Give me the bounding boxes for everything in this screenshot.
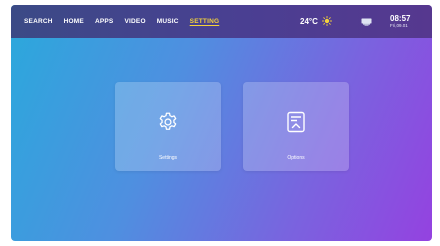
nav-item-setting[interactable]: SETTING xyxy=(190,18,220,25)
top-navigation-bar: SEARCH HOME APPS VIDEO MUSIC SETTING 24°… xyxy=(11,5,432,38)
tv-launcher-screen: SEARCH HOME APPS VIDEO MUSIC SETTING 24°… xyxy=(11,5,432,241)
date-display: Fri,09.01 xyxy=(390,23,408,28)
options-tile-label: Options xyxy=(287,155,305,161)
weather-widget: 24°C xyxy=(300,16,332,26)
nav-item-home[interactable]: HOME xyxy=(64,18,84,25)
settings-tile[interactable]: Settings xyxy=(115,82,221,171)
sun-icon xyxy=(321,16,332,26)
time-display: 08:57 xyxy=(390,14,411,23)
nav-item-apps[interactable]: APPS xyxy=(95,18,114,25)
options-tile[interactable]: Options xyxy=(243,82,349,171)
temperature: 24°C xyxy=(300,16,318,26)
options-icon xyxy=(286,111,306,133)
clock: 08:57 Fri,09.01 xyxy=(390,14,410,29)
settings-tile-label: Settings xyxy=(158,155,178,161)
nav-item-search[interactable]: SEARCH xyxy=(24,18,53,25)
nav-menu: SEARCH HOME APPS VIDEO MUSIC SETTING xyxy=(24,18,230,25)
gear-icon xyxy=(157,111,179,133)
nav-item-video[interactable]: VIDEO xyxy=(124,18,145,25)
nav-item-music[interactable]: MUSIC xyxy=(157,18,179,25)
wifi-icon[interactable] xyxy=(361,18,372,26)
